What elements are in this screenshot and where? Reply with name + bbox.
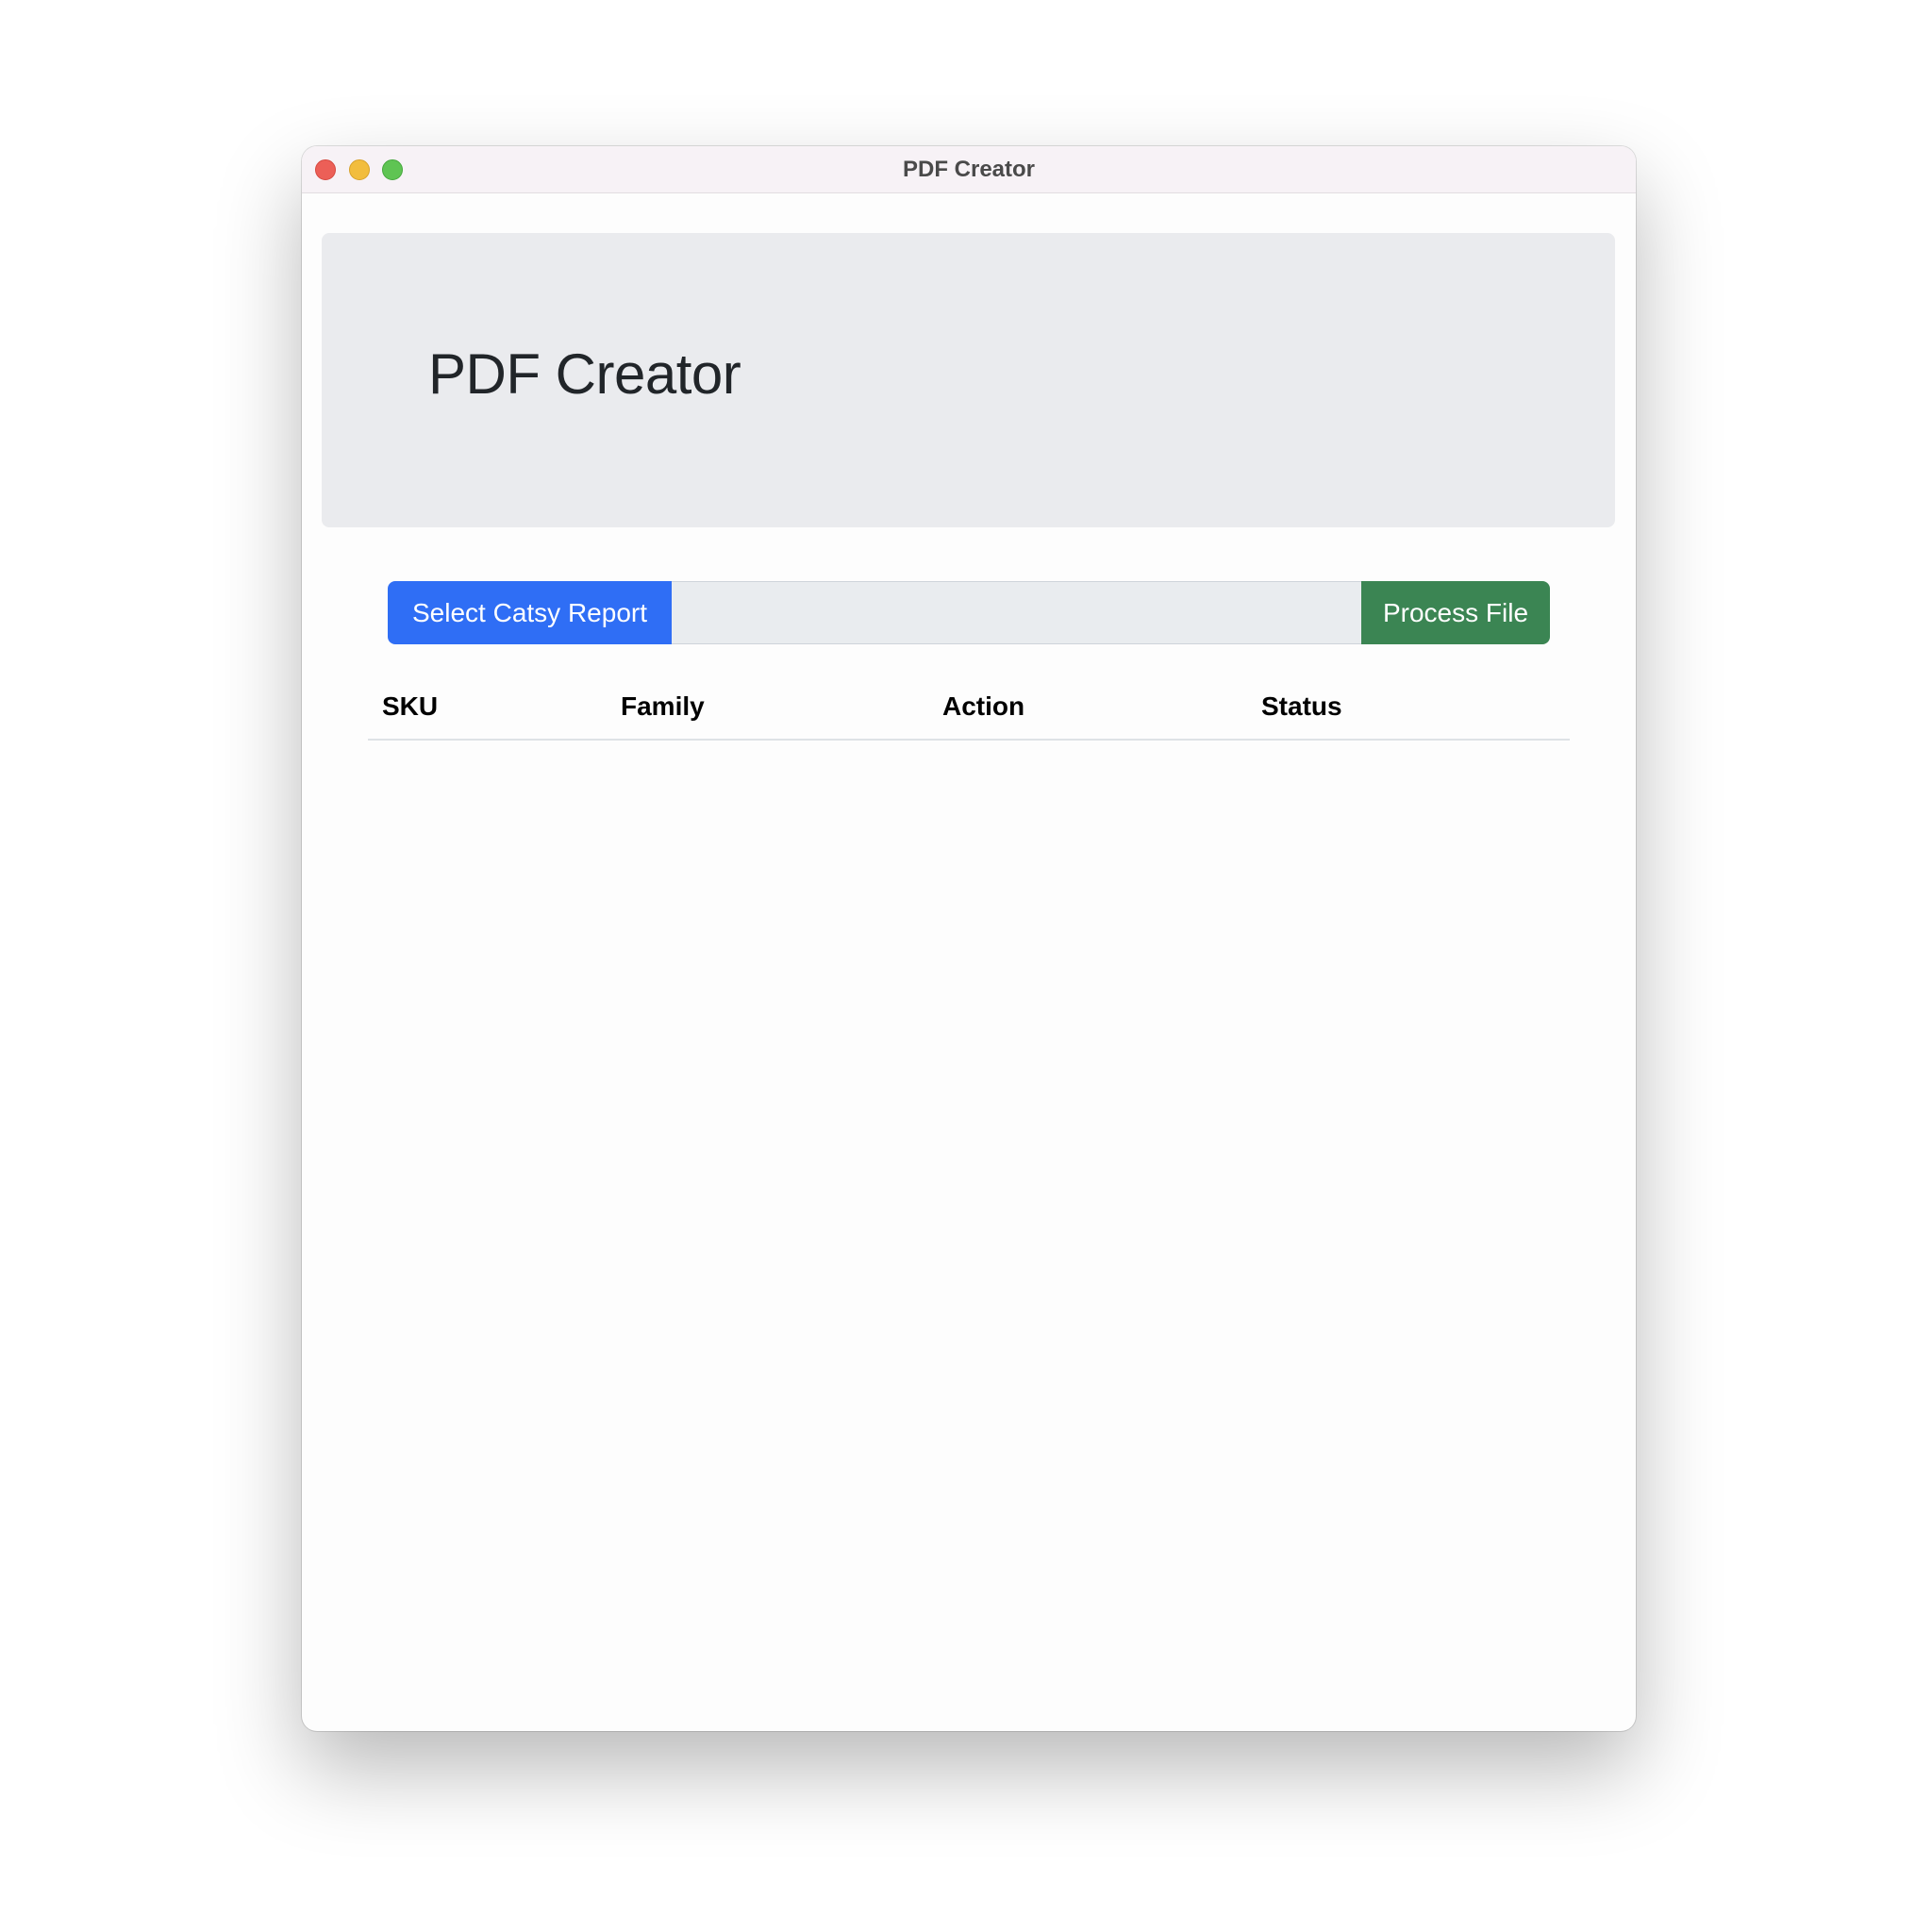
page-title: PDF Creator <box>428 342 741 406</box>
app-window: PDF Creator PDF Creator Select Catsy Rep… <box>302 146 1636 1731</box>
column-header-family: Family <box>607 675 928 741</box>
hero-banner: PDF Creator <box>322 233 1615 527</box>
table-header-row: SKU Family Action Status <box>368 675 1570 741</box>
selected-file-field[interactable] <box>672 581 1361 644</box>
window-title: PDF Creator <box>902 157 1036 182</box>
column-header-action: Action <box>928 675 1247 741</box>
column-header-sku: SKU <box>368 675 607 741</box>
title-bar[interactable]: PDF Creator <box>302 146 1636 193</box>
column-header-status: Status <box>1247 675 1570 741</box>
process-file-button[interactable]: Process File <box>1361 581 1550 644</box>
file-input-group: Select Catsy Report Process File <box>388 581 1550 644</box>
table-header: SKU Family Action Status <box>368 675 1570 741</box>
select-report-button[interactable]: Select Catsy Report <box>388 581 672 644</box>
results-table: SKU Family Action Status <box>368 675 1570 741</box>
